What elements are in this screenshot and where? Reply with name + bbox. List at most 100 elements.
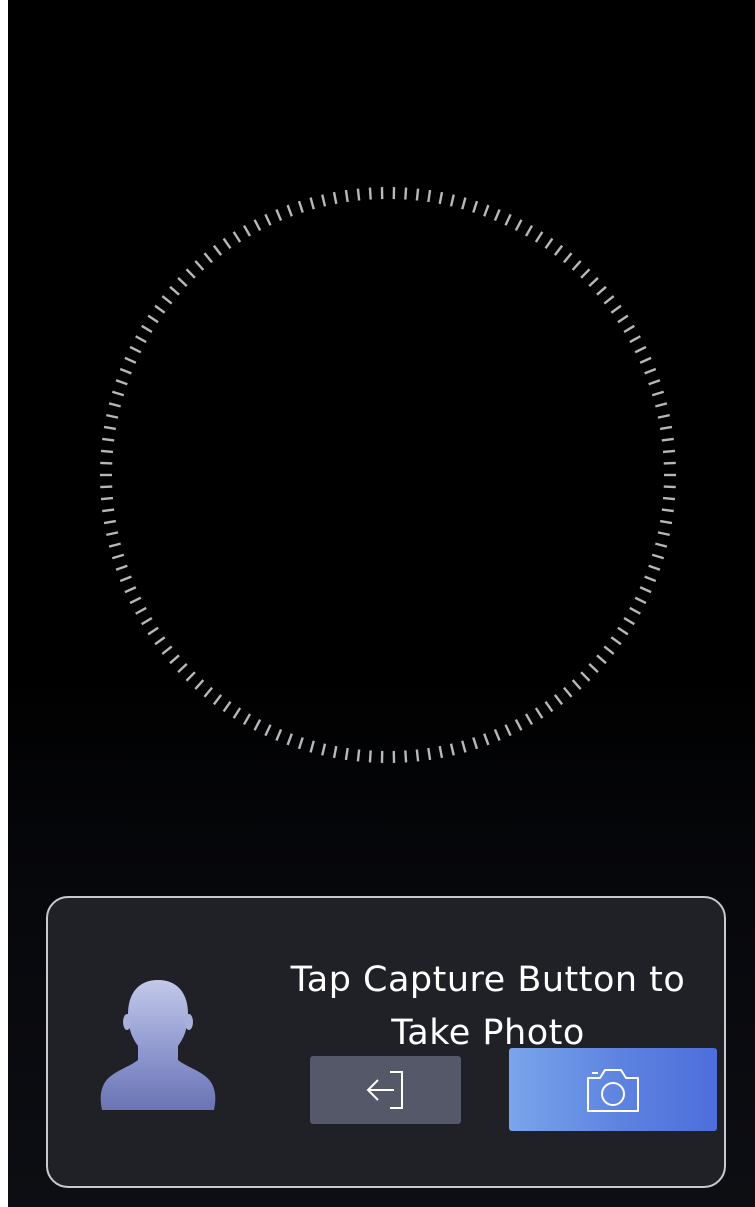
ring-tick [483,204,490,217]
ring-tick [493,209,501,222]
ring-tick [659,519,673,525]
ring-tick [651,390,665,397]
ring-tick [111,553,125,560]
ring-tick [639,356,652,364]
ring-tick [588,276,599,287]
exit-button[interactable] [310,1056,461,1124]
ring-tick [639,586,652,594]
ring-tick [662,449,676,454]
ring-tick [286,733,293,746]
ring-tick [115,379,128,386]
ring-tick [147,314,159,324]
ring-tick [449,743,455,756]
ring-tick [344,747,349,761]
ring-tick [100,485,113,489]
ring-tick [504,724,512,737]
ring-tick [111,390,125,397]
ring-tick [634,596,647,605]
camera-icon [587,1068,639,1112]
ring-tick [286,204,293,217]
ring-tick [472,737,479,750]
ring-tick [603,645,615,655]
ring-tick [106,531,119,537]
ring-tick [321,743,327,756]
ring-tick [103,425,117,431]
ring-tick [356,749,361,762]
ring-tick [356,188,361,201]
ring-tick [344,189,349,203]
ring-tick [544,237,554,250]
ring-tick [203,252,213,264]
ring-tick [461,197,467,210]
ring-tick [563,686,573,698]
ring-tick [232,707,242,719]
ring-tick [368,187,372,200]
ring-tick [212,694,223,706]
ring-tick [617,626,629,636]
ring-tick [553,694,564,706]
ring-tick [368,750,372,763]
ring-tick [185,268,196,279]
ring-tick [275,728,283,741]
ring-tick [332,745,338,759]
ring-tick [504,213,512,226]
ring-tick [222,700,232,713]
ring-tick [185,671,196,682]
ring-tick [438,191,444,205]
ring-tick [472,200,479,213]
ring-tick [242,224,252,237]
ring-tick [657,413,670,419]
ring-tick [309,740,315,753]
ring-tick [563,252,573,264]
ring-tick [648,564,661,571]
ring-tick [661,437,674,442]
exit-arrow-icon [366,1071,403,1109]
ring-tick [580,671,591,682]
ring-tick [135,335,147,344]
ring-tick [663,485,676,489]
ring-tick [655,402,668,408]
ring-tick [427,747,432,761]
ring-tick [124,586,137,594]
ring-tick [177,663,188,674]
ring-tick [141,324,153,334]
ring-tick [102,437,115,442]
ring-tick [103,519,117,525]
ring-tick [588,663,599,674]
ring-tick [194,679,205,690]
ring-tick [297,200,304,213]
ring-tick [629,335,641,344]
ring-tick [553,244,564,256]
ring-tick [415,749,420,762]
ring-tick [483,733,490,746]
ring-tick [580,268,591,279]
ring-tick [169,654,180,665]
ring-tick [100,496,114,501]
ring-tick [663,461,676,465]
ring-tick [321,194,327,207]
ring-tick [141,616,153,626]
ring-tick [242,713,252,726]
ring-tick [102,508,115,513]
capture-button[interactable] [509,1048,717,1131]
ring-tick [404,187,408,200]
ring-tick [461,740,467,753]
ring-tick [161,295,173,305]
ring-tick [332,191,338,205]
ring-tick [309,197,315,210]
person-silhouette-icon [100,980,216,1110]
ring-tick [596,285,607,296]
ring-tick [514,719,523,731]
ring-tick [135,606,147,615]
face-capture-screen: Tap Capture Button to Take Photo [8,0,755,1207]
ring-tick [106,413,119,419]
ring-tick [119,575,132,583]
ring-tick [154,636,166,646]
ring-tick [404,750,408,763]
ring-tick [449,194,455,207]
ring-tick [644,575,657,583]
ring-tick [222,237,232,250]
ring-tick [154,304,166,314]
ring-tick [657,531,670,537]
ring-tick [169,285,180,296]
